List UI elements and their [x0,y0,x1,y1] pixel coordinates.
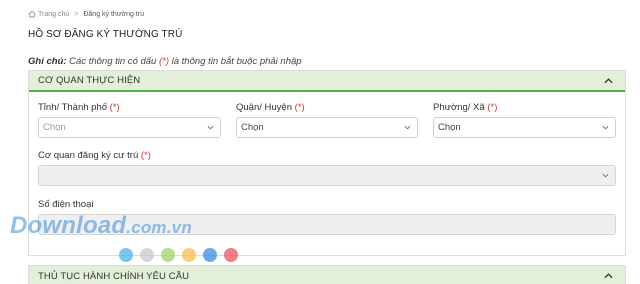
ward-select[interactable]: Chọn [433,117,616,138]
province-label: Tỉnh/ Thành phố (*) [38,102,120,113]
agency-label: Cơ quan đăng ký cư trú (*) [38,150,151,161]
phone-label: Số điện thoại [38,199,93,210]
watermark-dot [203,248,217,262]
province-required-marker: (*) [109,102,120,113]
watermark-dot [161,248,175,262]
agency-required-marker: (*) [140,150,151,161]
chevron-down-icon [404,125,411,130]
district-required-marker: (*) [294,102,305,113]
watermark-dot [140,248,154,262]
required-note: Ghi chú: Các thông tin có dấu (*) là thô… [28,56,302,67]
collapse-chevron-icon[interactable] [604,77,613,84]
note-text-after: là thông tin bắt buộc phải nhập [168,56,302,67]
procedure-panel-title: THỦ TỤC HÀNH CHÍNH YÊU CẦU [38,271,190,282]
province-select-value: Chọn [43,122,66,133]
procedure-panel: THỦ TỤC HÀNH CHÍNH YÊU CẦU [28,265,626,284]
watermark-brand: Download [10,212,127,239]
breadcrumb-home-link[interactable]: Trang chủ [38,11,69,18]
ward-required-marker: (*) [487,102,498,113]
district-label: Quận/ Huyện (*) [236,102,305,113]
province-select[interactable]: Chọn [38,117,221,138]
phone-label-text: Số điện thoại [38,199,94,210]
ward-label-text: Phường/ Xã [433,102,485,113]
procedure-panel-header[interactable]: THỦ TỤC HÀNH CHÍNH YÊU CẦU [29,266,625,284]
note-prefix: Ghi chú: [28,56,67,67]
watermark-dots [119,248,238,262]
agency-panel-title: CƠ QUAN THỰC HIỆN [38,75,141,86]
province-label-text: Tỉnh/ Thành phố [38,102,108,113]
breadcrumb-separator: > [74,10,79,18]
breadcrumb: Trang chủ > Đăng ký thường trú [28,9,144,19]
watermark-dot [182,248,196,262]
agency-label-text: Cơ quan đăng ký cư trú [38,150,139,161]
ward-select-value: Chọn [438,122,461,133]
watermark-dot [224,248,238,262]
note-text-before: Các thông tin có dấu [66,56,159,67]
district-select[interactable]: Chọn [236,117,418,138]
district-label-text: Quận/ Huyện [236,102,292,113]
ward-label: Phường/ Xã (*) [433,102,497,113]
chevron-down-icon [602,125,609,130]
agency-select[interactable] [38,165,616,186]
breadcrumb-current: Đăng ký thường trú [83,10,144,18]
note-required-marker: (*) [158,56,169,67]
watermark-dot [119,248,133,262]
collapse-chevron-icon[interactable] [604,272,613,279]
page-title: HỒ SƠ ĐĂNG KÝ THƯỜNG TRÚ [28,29,183,40]
agency-panel-header[interactable]: CƠ QUAN THỰC HIỆN [29,71,625,92]
chevron-down-icon [602,173,609,178]
chevron-down-icon [207,125,214,130]
home-icon[interactable] [28,10,36,18]
watermark-logo: Download.com.vn [10,212,192,240]
watermark-domain: .com.vn [126,218,192,237]
district-select-value: Chọn [241,122,264,133]
